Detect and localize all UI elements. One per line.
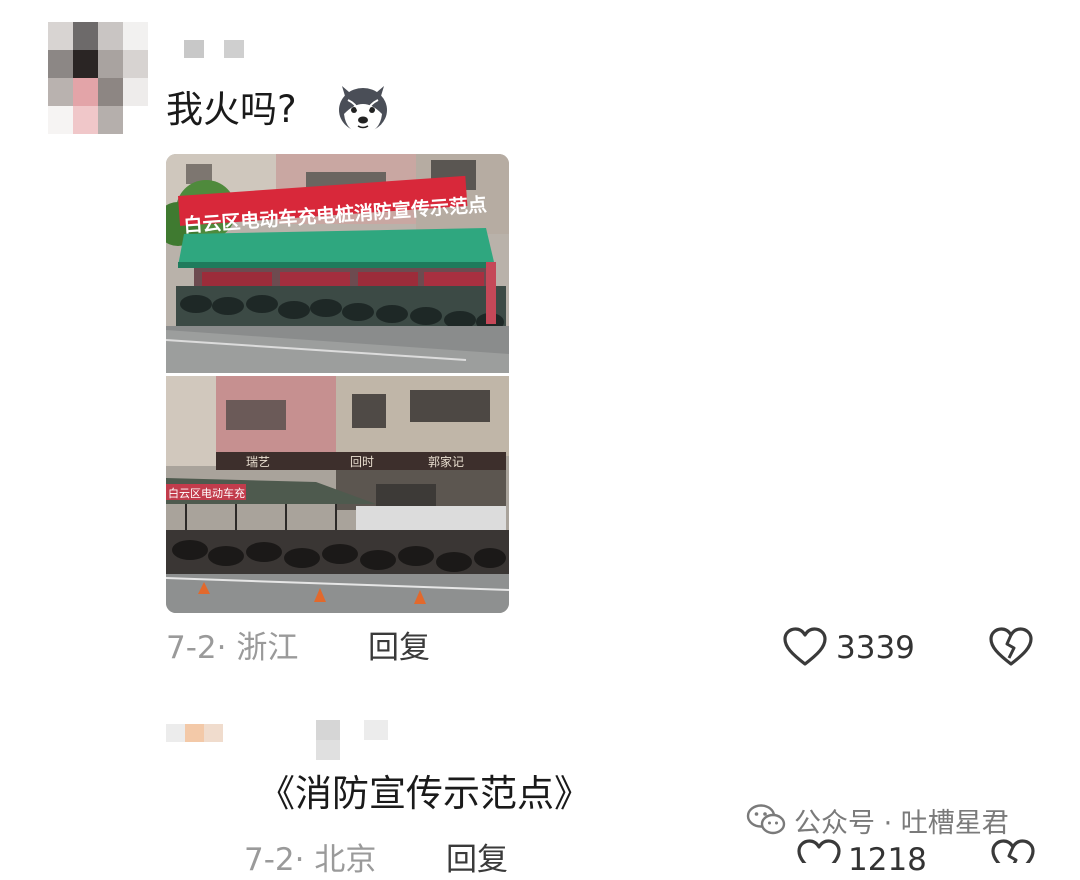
comment-date-location: 7-2· 浙江 xyxy=(166,630,299,666)
reply-comment-text: 《消防宣传示范点》 xyxy=(258,772,591,815)
wechat-icon xyxy=(746,804,786,835)
like-count: 3339 xyxy=(836,630,915,666)
photo-bottom-shop-sign-right: 郭家记 xyxy=(428,454,464,469)
attached-photo[interactable]: 白云区电动车充电桩消防宣传示范点 瑞艺 回时 郭家记 白云区电动车充 xyxy=(166,154,509,613)
avatar[interactable] xyxy=(48,22,148,134)
comment-text: 我火吗? xyxy=(166,88,297,131)
photo-bottom-banner-text: 白云区电动车充 xyxy=(168,486,245,500)
husky-dog-emoji-icon xyxy=(334,80,392,136)
watermark: 公众号 · 吐槽星君 xyxy=(746,800,1009,840)
reply-avatar-blurred[interactable] xyxy=(166,724,223,742)
photo-bottom-shop-sign-left: 瑞艺 xyxy=(246,455,270,469)
broken-heart-icon[interactable] xyxy=(988,626,1034,668)
reply-broken-heart-icon[interactable] xyxy=(990,838,1036,863)
reply-button[interactable]: 回复 xyxy=(368,628,430,668)
reply-like-count: 1218 xyxy=(848,842,927,878)
reply-heart-outline-icon[interactable] xyxy=(796,838,842,863)
heart-outline-icon[interactable] xyxy=(782,626,828,668)
photo-bottom-shop-sign-mid: 回时 xyxy=(350,455,374,469)
reply-username-blurred[interactable] xyxy=(292,720,388,760)
reply-reply-button[interactable]: 回复 xyxy=(446,840,508,880)
watermark-text: 公众号 · 吐槽星君 xyxy=(794,807,1009,839)
username-blurred[interactable] xyxy=(184,40,244,58)
reply-date-location: 7-2· 北京 xyxy=(244,842,377,878)
